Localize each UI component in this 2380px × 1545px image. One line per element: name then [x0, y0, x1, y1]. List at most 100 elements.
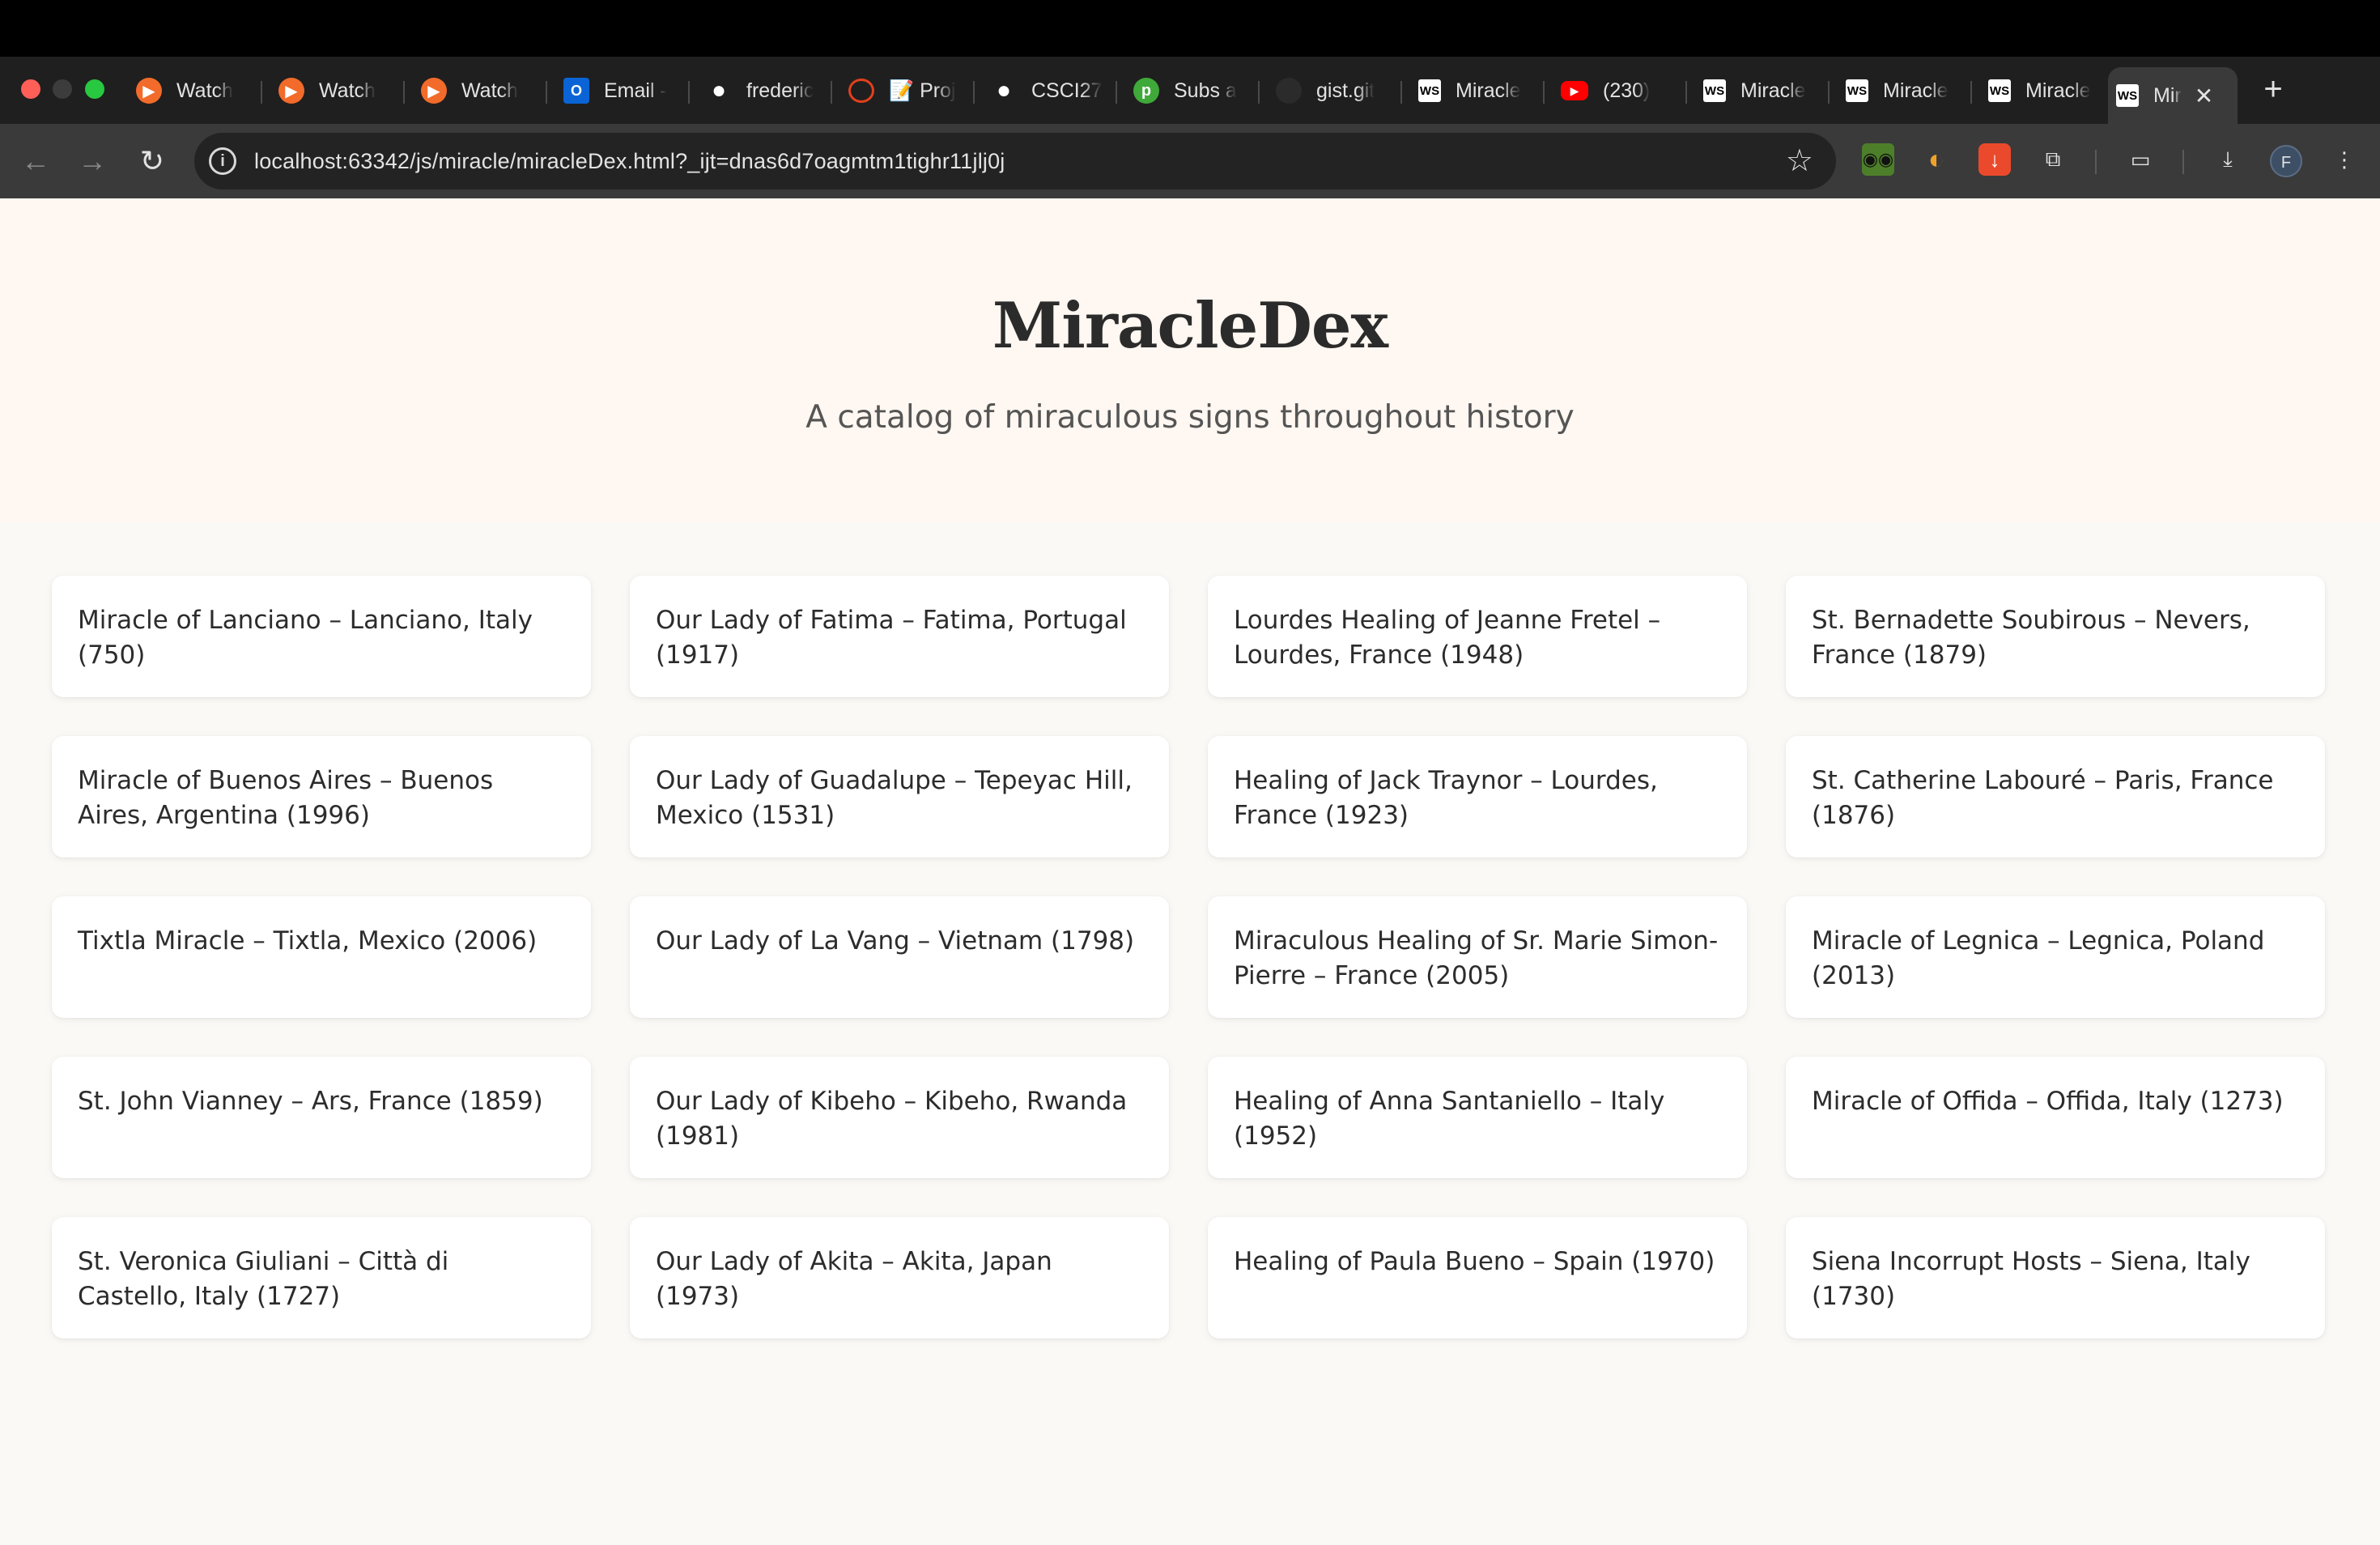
play-icon: ▶ — [136, 78, 162, 104]
miracle-card[interactable]: Our Lady of Kibeho – Kibeho, Rwanda (198… — [630, 1057, 1169, 1178]
tab-label: Mir — [2153, 83, 2182, 107]
miracle-card[interactable]: Miraculous Healing of Sr. Marie Simon-Pi… — [1208, 896, 1747, 1018]
tab-label: Miracle — [1740, 79, 1806, 102]
address-bar[interactable]: i localhost:63342/js/miracle/miracleDex.… — [194, 133, 1836, 189]
url-text: localhost:63342/js/miracle/miracleDex.ht… — [254, 148, 1005, 173]
miracle-card[interactable]: St. Bernadette Soubirous – Nevers, Franc… — [1786, 576, 2325, 697]
glasses-extension-icon[interactable]: ◉◉ — [1862, 143, 1894, 176]
screen-top-bar — [0, 0, 2380, 57]
outlook-icon: O — [563, 78, 589, 104]
tab-label: Watch — [461, 79, 518, 102]
tab-label: Email - — [604, 79, 667, 102]
tab-search-icon[interactable]: ▭ — [2124, 143, 2157, 176]
tab-subs[interactable]: p Subs a — [1125, 68, 1266, 113]
tab-divider — [546, 81, 547, 104]
reload-button[interactable]: ↻ — [134, 143, 170, 179]
tab-label: Miracle — [1456, 79, 1521, 102]
downloads-icon[interactable]: ⤓ — [2212, 143, 2244, 176]
menu-kebab-icon[interactable]: ⋮ — [2328, 143, 2361, 176]
profile-avatar[interactable]: F — [2270, 145, 2302, 177]
bookmark-star-icon[interactable]: ☆ — [1786, 143, 1813, 179]
webstorm-icon: WS — [1988, 79, 2011, 102]
miracle-card[interactable]: Tixtla Miracle – Tixtla, Mexico (2006) — [52, 896, 591, 1018]
tab-gist[interactable]: gist.git — [1268, 68, 1409, 113]
tab-label: Miracle — [1883, 79, 1949, 102]
tab-label: Watch — [176, 79, 233, 102]
close-window-button[interactable] — [21, 79, 40, 99]
page-subtitle: A catalog of miraculous signs throughout… — [805, 399, 1575, 436]
miracle-card[interactable]: St. Veronica Giuliani – Città di Castell… — [52, 1217, 591, 1339]
tab-label: Miracle — [2025, 79, 2091, 102]
tab-divider — [1543, 81, 1545, 104]
tab-label: frederic — [746, 79, 814, 102]
tab-csci[interactable]: ● CSCI27 — [983, 68, 1124, 113]
minimize-window-button[interactable] — [53, 79, 72, 99]
tab-divider — [973, 81, 975, 104]
miracle-card[interactable]: St. Catherine Labouré – Paris, France (1… — [1786, 736, 2325, 858]
tab-divider — [1685, 81, 1687, 104]
extensions-puzzle-icon[interactable]: ⧉ — [2037, 143, 2069, 176]
tab-email[interactable]: O Email - — [555, 68, 696, 113]
browser-toolbar: ← → ↻ i localhost:63342/js/miracle/mirac… — [0, 124, 2380, 198]
tab-strip: ▶ Watch ▶ Watch ▶ Watch O Email - ● fred… — [0, 57, 2380, 124]
site-info-icon[interactable]: i — [209, 147, 236, 175]
tab-watch-3[interactable]: ▶ Watch — [413, 68, 554, 113]
new-tab-button[interactable]: + — [2255, 71, 2291, 107]
tab-divider — [688, 81, 690, 104]
header-hero: MiracleDex A catalog of miraculous signs… — [0, 198, 2380, 522]
tab-project[interactable]: 📝 Proj — [840, 68, 981, 113]
page-content: MiracleDex A catalog of miraculous signs… — [0, 198, 2380, 1545]
moon-extension-icon[interactable]: ◐ — [1920, 143, 1953, 176]
tab-miracle-1[interactable]: WS Miracle — [1410, 68, 1551, 113]
miracle-card[interactable]: Our Lady of Akita – Akita, Japan (1973) — [630, 1217, 1169, 1339]
tab-watch-2[interactable]: ▶ Watch — [270, 68, 411, 113]
p-icon: p — [1133, 78, 1159, 104]
github-icon — [1276, 78, 1302, 104]
miracle-card[interactable]: Miracle of Offida – Offida, Italy (1273) — [1786, 1057, 2325, 1178]
miracle-card[interactable]: Healing of Jack Traynor – Lourdes, Franc… — [1208, 736, 1747, 858]
forward-button[interactable]: → — [74, 143, 110, 179]
tab-watch-1[interactable]: ▶ Watch — [128, 68, 269, 113]
tab-miracle-4[interactable]: WS Miracle — [1980, 68, 2121, 113]
tab-divider — [1116, 81, 1117, 104]
close-tab-icon[interactable]: ✕ — [2195, 83, 2213, 109]
tab-miracle-2[interactable]: WS Miracle — [1695, 68, 1836, 113]
miracle-card[interactable]: Healing of Anna Santaniello – Italy (195… — [1208, 1057, 1747, 1178]
tab-label: (230) — [1603, 79, 1651, 102]
webstorm-icon: WS — [2116, 84, 2139, 107]
webstorm-icon: WS — [1703, 79, 1726, 102]
miracle-card[interactable]: Healing of Paula Bueno – Spain (1970) — [1208, 1217, 1747, 1339]
toolbar-divider — [2095, 150, 2097, 174]
tab-label: gist.git — [1316, 79, 1375, 102]
miracle-card[interactable]: Siena Incorrupt Hosts – Siena, Italy (17… — [1786, 1217, 2325, 1339]
back-button[interactable]: ← — [18, 143, 53, 179]
webstorm-icon: WS — [1846, 79, 1868, 102]
miracle-card[interactable]: Miracle of Legnica – Legnica, Poland (20… — [1786, 896, 2325, 1018]
page-title: MiracleDex — [992, 289, 1388, 363]
tab-miracle-3[interactable]: WS Miracle — [1838, 68, 1978, 113]
youtube-icon: ▶ — [1561, 81, 1588, 100]
downloader-extension-icon[interactable]: ↓ — [1978, 143, 2011, 176]
tab-divider — [1970, 81, 1972, 104]
tab-label: 📝 Proj — [889, 79, 956, 102]
miracle-card[interactable]: Our Lady of La Vang – Vietnam (1798) — [630, 896, 1169, 1018]
tab-divider — [261, 81, 262, 104]
tab-github-frederic[interactable]: ● frederic — [698, 68, 839, 113]
miracle-card[interactable]: Lourdes Healing of Jeanne Fretel – Lourd… — [1208, 576, 1747, 697]
github-icon: ● — [711, 77, 727, 104]
tab-divider — [1828, 81, 1830, 104]
tab-label: Watch — [319, 79, 376, 102]
miracle-card[interactable]: St. John Vianney – Ars, France (1859) — [52, 1057, 591, 1178]
tab-active-miracledex[interactable]: WS Mir ✕ — [2108, 67, 2238, 124]
miracle-card[interactable]: Our Lady of Guadalupe – Tepeyac Hill, Me… — [630, 736, 1169, 858]
tab-label: Subs a — [1174, 79, 1237, 102]
miracle-card[interactable]: Our Lady of Fatima – Fatima, Portugal (1… — [630, 576, 1169, 697]
tab-divider — [1258, 81, 1260, 104]
tab-youtube[interactable]: ▶ (230) — [1553, 68, 1694, 113]
maximize-window-button[interactable] — [85, 79, 104, 99]
miracle-card[interactable]: Miracle of Lanciano – Lanciano, Italy (7… — [52, 576, 591, 697]
play-icon: ▶ — [278, 78, 304, 104]
tab-divider — [403, 81, 405, 104]
miracle-card[interactable]: Miracle of Buenos Aires – Buenos Aires, … — [52, 736, 591, 858]
webstorm-icon: WS — [1418, 79, 1441, 102]
